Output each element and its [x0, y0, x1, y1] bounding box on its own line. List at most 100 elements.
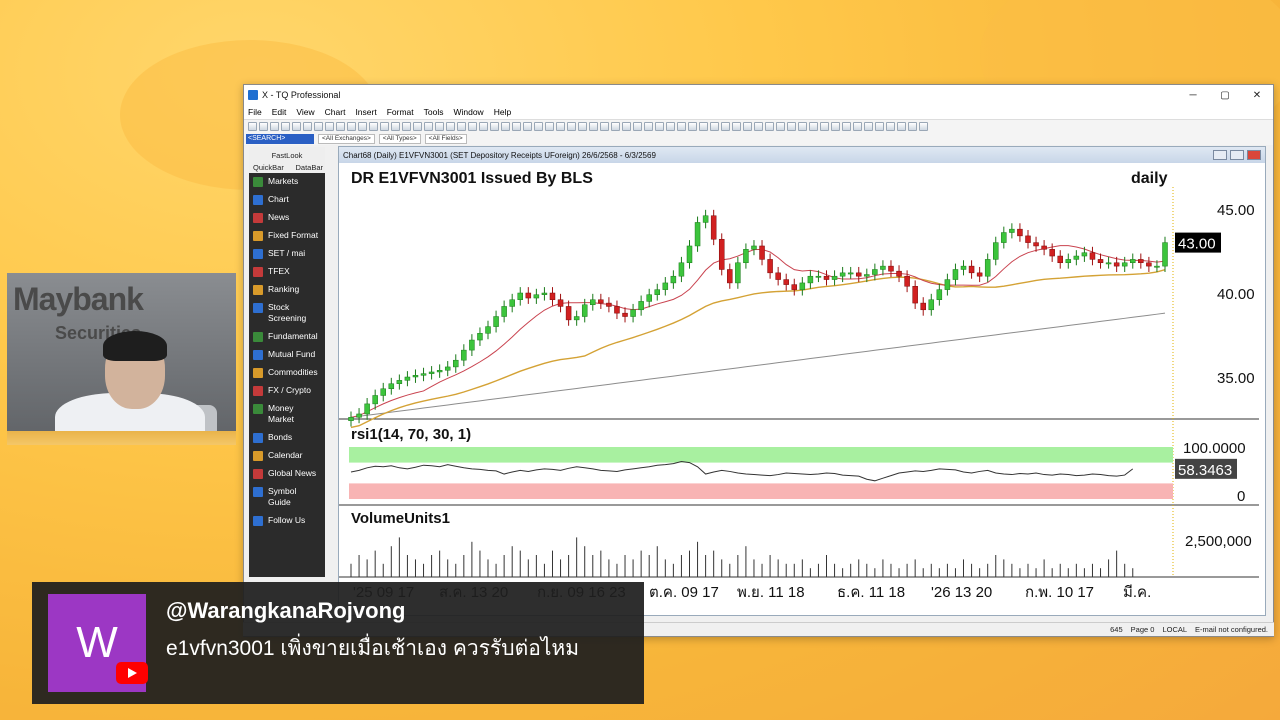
toolbar-tool-icon[interactable]: [369, 121, 378, 131]
toolbar-tool-icon[interactable]: [611, 121, 620, 131]
maximize-button[interactable]: ▢: [1209, 90, 1241, 101]
toolbar-tool-icon[interactable]: [875, 121, 884, 131]
toolbar-tool-icon[interactable]: [765, 121, 774, 131]
sidebar-item-global-news[interactable]: Global News: [249, 465, 325, 483]
close-button[interactable]: ✕: [1241, 90, 1273, 101]
toolbar-tool-icon[interactable]: [534, 121, 543, 131]
toolbar-tool-icon[interactable]: [435, 121, 444, 131]
chart-close-button[interactable]: [1247, 150, 1261, 160]
toolbar-tool-icon[interactable]: [490, 121, 499, 131]
sidebar-item-commodities[interactable]: Commodities: [249, 364, 325, 382]
toolbar-tool-icon[interactable]: [589, 121, 598, 131]
exchanges-dropdown[interactable]: <All Exchanges>: [318, 133, 375, 144]
toolbar-tool-icon[interactable]: [259, 121, 268, 131]
toolbar-tool-icon[interactable]: [688, 121, 697, 131]
toolbar-tool-icon[interactable]: [732, 121, 741, 131]
menu-format[interactable]: Format: [387, 107, 414, 117]
menu-view[interactable]: View: [296, 107, 314, 117]
sidebar-item-money-market[interactable]: Money Market: [249, 400, 325, 429]
toolbar-tool-icon[interactable]: [523, 121, 532, 131]
toolbar-tool-icon[interactable]: [710, 121, 719, 131]
tab-quickbar[interactable]: QuickBar: [253, 163, 284, 172]
toolbar-tool-icon[interactable]: [655, 121, 664, 131]
toolbar-tool-icon[interactable]: [798, 121, 807, 131]
toolbar-tool-icon[interactable]: [897, 121, 906, 131]
toolbar-tool-icon[interactable]: [721, 121, 730, 131]
toolbar-tool-icon[interactable]: [380, 121, 389, 131]
sidebar-item-fx-crypto[interactable]: FX / Crypto: [249, 382, 325, 400]
toolbar-tool-icon[interactable]: [468, 121, 477, 131]
sidebar-item-follow-us[interactable]: Follow Us: [249, 512, 325, 530]
toolbar-tool-icon[interactable]: [919, 121, 928, 131]
toolbar-tool-icon[interactable]: [842, 121, 851, 131]
sidebar-item-tfex[interactable]: TFEX: [249, 263, 325, 281]
toolbar-tool-icon[interactable]: [303, 121, 312, 131]
toolbar-tool-icon[interactable]: [644, 121, 653, 131]
fields-dropdown[interactable]: <All Fields>: [424, 133, 467, 144]
menu-window[interactable]: Window: [453, 107, 483, 117]
toolbar-tool-icon[interactable]: [358, 121, 367, 131]
toolbar-tool-icon[interactable]: [270, 121, 279, 131]
toolbar-tool-icon[interactable]: [831, 121, 840, 131]
toolbar-tool-icon[interactable]: [666, 121, 675, 131]
chart-maximize-button[interactable]: [1230, 150, 1244, 160]
toolbar-tool-icon[interactable]: [347, 121, 356, 131]
sidebar-item-symbol-guide[interactable]: Symbol Guide: [249, 483, 325, 512]
toolbar-tool-icon[interactable]: [248, 121, 257, 131]
toolbar-tool-icon[interactable]: [314, 121, 323, 131]
toolbar-tool-icon[interactable]: [677, 121, 686, 131]
sidebar-item-ranking[interactable]: Ranking: [249, 281, 325, 299]
search-input[interactable]: <SEARCH>: [246, 133, 314, 144]
toolbar-tool-icon[interactable]: [325, 121, 334, 131]
toolbar-tool-icon[interactable]: [457, 121, 466, 131]
toolbar-tool-icon[interactable]: [776, 121, 785, 131]
toolbar-tool-icon[interactable]: [512, 121, 521, 131]
toolbar-tool-icon[interactable]: [743, 121, 752, 131]
toolbar-tool-icon[interactable]: [600, 121, 609, 131]
toolbar-tool-icon[interactable]: [336, 121, 345, 131]
price-chart[interactable]: DR E1VFVN3001 Issued By BLS daily 45.00 40.…: [339, 163, 1265, 601]
menu-insert[interactable]: Insert: [355, 107, 376, 117]
toolbar-tool-icon[interactable]: [699, 121, 708, 131]
menu-file[interactable]: File: [248, 107, 262, 117]
toolbar-tool-icon[interactable]: [578, 121, 587, 131]
toolbar-tool-icon[interactable]: [501, 121, 510, 131]
toolbar-tool-icon[interactable]: [622, 121, 631, 131]
sidebar-item-fixed-format[interactable]: Fixed Format: [249, 227, 325, 245]
menu-help[interactable]: Help: [494, 107, 511, 117]
sidebar-item-chart[interactable]: Chart: [249, 191, 325, 209]
sidebar-item-calendar[interactable]: Calendar: [249, 447, 325, 465]
toolbar-tool-icon[interactable]: [567, 121, 576, 131]
toolbar-tool-icon[interactable]: [864, 121, 873, 131]
sidebar-item-markets[interactable]: Markets: [249, 173, 325, 191]
sidebar-item-fundamental[interactable]: Fundamental: [249, 328, 325, 346]
toolbar-tool-icon[interactable]: [479, 121, 488, 131]
toolbar-tool-icon[interactable]: [556, 121, 565, 131]
toolbar-tool-icon[interactable]: [853, 121, 862, 131]
minimize-button[interactable]: ─: [1177, 90, 1209, 101]
sidebar-item-bonds[interactable]: Bonds: [249, 429, 325, 447]
toolbar-tool-icon[interactable]: [424, 121, 433, 131]
toolbar-tool-icon[interactable]: [446, 121, 455, 131]
toolbar-tool-icon[interactable]: [292, 121, 301, 131]
toolbar-tool-icon[interactable]: [809, 121, 818, 131]
toolbar-tool-icon[interactable]: [886, 121, 895, 131]
toolbar-tool-icon[interactable]: [391, 121, 400, 131]
toolbar-tool-icon[interactable]: [281, 121, 290, 131]
chart-minimize-button[interactable]: [1213, 150, 1227, 160]
menu-edit[interactable]: Edit: [272, 107, 287, 117]
toolbar-tool-icon[interactable]: [545, 121, 554, 131]
toolbar-tool-icon[interactable]: [402, 121, 411, 131]
menu-tools[interactable]: Tools: [424, 107, 444, 117]
toolbar-tool-icon[interactable]: [754, 121, 763, 131]
sidebar-item-set-mai[interactable]: SET / mai: [249, 245, 325, 263]
menu-chart[interactable]: Chart: [325, 107, 346, 117]
types-dropdown[interactable]: <All Types>: [378, 133, 421, 144]
toolbar-tool-icon[interactable]: [413, 121, 422, 131]
toolbar-tool-icon[interactable]: [820, 121, 829, 131]
toolbar-tool-icon[interactable]: [787, 121, 796, 131]
sidebar-item-mutual-fund[interactable]: Mutual Fund: [249, 346, 325, 364]
sidebar-item-news[interactable]: News: [249, 209, 325, 227]
toolbar-tool-icon[interactable]: [633, 121, 642, 131]
tab-databar[interactable]: DataBar: [295, 163, 323, 172]
